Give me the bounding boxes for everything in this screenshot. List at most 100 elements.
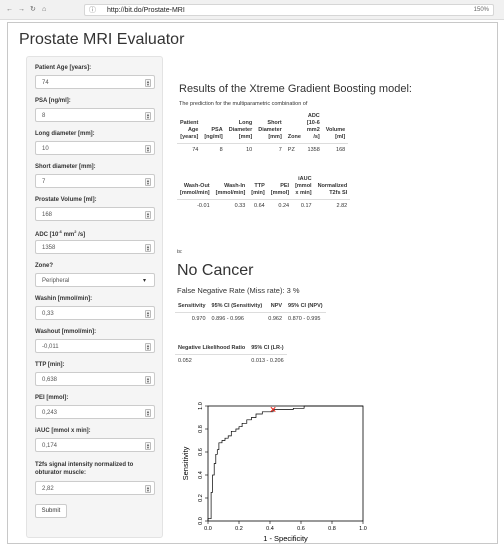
table3-cell: 0.896 - 0.996 bbox=[211, 316, 244, 322]
pei-label: PEI [mmol]: bbox=[35, 395, 69, 401]
spinner-icon[interactable]: ▲ ▼ bbox=[145, 211, 151, 219]
likelihood-ratio-table: Negative Likelihood Ratio 95% CI (LR-) 0.… bbox=[175, 345, 287, 365]
patient-age-label: Patient Age [years]: bbox=[35, 65, 92, 71]
spinner-icon[interactable]: ▲ ▼ bbox=[145, 442, 151, 450]
x-tick-label: 0.6 bbox=[297, 526, 305, 532]
table4-cell: 0.052 bbox=[178, 358, 192, 364]
input-summary-table-1: Patient Age [years] PSA [ng/ml] Long Diameter[… bbox=[177, 113, 349, 154]
adc-input[interactable]: 1358 ▲ ▼ bbox=[35, 240, 155, 254]
long-diameter-input[interactable]: 10 ▲ ▼ bbox=[35, 141, 155, 155]
short-diameter-label: Short diameter [mm]: bbox=[35, 164, 96, 170]
psa-value: 8 bbox=[42, 113, 46, 119]
y-tick-label: 0.0 bbox=[198, 517, 204, 525]
patient-age-input[interactable]: 74 ▲ ▼ bbox=[35, 75, 155, 89]
zone-label: Zone? bbox=[35, 263, 53, 269]
y-tick-label: 0.6 bbox=[198, 448, 204, 456]
table3-header: Sensitivity bbox=[175, 303, 209, 313]
prediction-result: No Cancer bbox=[177, 262, 254, 279]
prostate-volume-label: Prostate Volume [ml]: bbox=[35, 197, 97, 203]
table1-header: Short Diameter [mm] bbox=[255, 113, 285, 144]
table2-header: Wash-Out [mmol/min] bbox=[177, 176, 213, 200]
spinner-icon[interactable]: ▲ ▼ bbox=[145, 145, 151, 153]
address-bar[interactable]: ⓘ http://bit.do/Prostate-MRI 150% bbox=[84, 4, 494, 16]
back-icon[interactable]: ← bbox=[6, 5, 13, 15]
spinner-icon[interactable]: ▲ ▼ bbox=[145, 343, 151, 351]
long-diameter-label: Long diameter [mm]: bbox=[35, 131, 95, 137]
table3-header: 95% CI (NPV) bbox=[285, 303, 326, 313]
zone-select[interactable]: Peripheral ▾ bbox=[35, 273, 155, 287]
psa-label: PSA [ng/ml]: bbox=[35, 98, 71, 104]
input-summary-table-2: Wash-Out [mmol/min] Wash-In [mmol/min] TTP [m… bbox=[177, 176, 351, 210]
t2fs-value: 2,82 bbox=[42, 486, 54, 492]
spinner-icon[interactable]: ▲ ▼ bbox=[145, 244, 151, 252]
table1-cell: 168 bbox=[336, 147, 346, 153]
short-diameter-input[interactable]: 7 ▲ ▼ bbox=[35, 174, 155, 188]
pei-input[interactable]: 0,243 ▲ ▼ bbox=[35, 405, 155, 419]
table1-header: Volume [ml] bbox=[322, 113, 349, 144]
x-tick-label: 0.4 bbox=[266, 526, 274, 532]
adc-label-unit: mm bbox=[61, 232, 75, 238]
table1-cell: 1358 bbox=[307, 147, 320, 153]
prostate-volume-value: 168 bbox=[42, 212, 53, 218]
spinner-icon[interactable]: ▲ ▼ bbox=[145, 485, 151, 493]
spinner-icon[interactable]: ▲ ▼ bbox=[145, 409, 151, 417]
submit-button[interactable]: Submit bbox=[35, 504, 67, 518]
table1-header: Zone bbox=[284, 113, 304, 144]
table4-header: Negative Likelihood Ratio bbox=[175, 345, 249, 355]
table2-cell: 0.64 bbox=[254, 203, 265, 209]
spinner-icon[interactable]: ▲ ▼ bbox=[145, 112, 151, 120]
adc-label-tail: /s] bbox=[76, 232, 86, 238]
ttp-value: 0,638 bbox=[42, 377, 58, 383]
table3-cell: 0.962 bbox=[268, 316, 283, 322]
iauc-input[interactable]: 0,174 ▲ ▼ bbox=[35, 438, 155, 452]
adc-label-text: ADC [10 bbox=[35, 232, 59, 238]
spinner-icon[interactable]: ▲ ▼ bbox=[145, 79, 151, 87]
spinner-icon[interactable]: ▲ ▼ bbox=[145, 178, 151, 186]
page-title: Prostate MRI Evaluator bbox=[19, 31, 185, 48]
psa-input[interactable]: 8 ▲ ▼ bbox=[35, 108, 155, 122]
table2-cell: -0.01 bbox=[197, 203, 210, 209]
spinner-icon[interactable]: ▲ ▼ bbox=[145, 376, 151, 384]
adc-label: ADC [10-6 mm2 /s] bbox=[35, 228, 160, 239]
forward-icon[interactable]: → bbox=[18, 5, 25, 15]
zoom-level[interactable]: 150% bbox=[474, 6, 489, 15]
table2-header: TTP [min] bbox=[248, 176, 268, 200]
table2-cell: 0.33 bbox=[234, 203, 246, 209]
y-tick-label: 0.2 bbox=[198, 494, 204, 502]
url-text: http://bit.do/Prostate-MRI bbox=[107, 7, 185, 14]
table1-cell: 74 bbox=[192, 147, 199, 153]
adc-value: 1358 bbox=[42, 245, 56, 251]
y-tick-label: 1.0 bbox=[198, 402, 204, 410]
table1-header: Long Diameter [mm] bbox=[225, 113, 256, 144]
reload-icon[interactable]: ↻ bbox=[30, 5, 36, 15]
roc-curve-line bbox=[207, 405, 363, 521]
table2-cell: 0.24 bbox=[278, 203, 290, 209]
x-axis-label: 1 - Specificity bbox=[263, 534, 308, 543]
x-tick-label: 1.0 bbox=[359, 526, 367, 532]
ttp-input[interactable]: 0,638 ▲ ▼ bbox=[35, 372, 155, 386]
results-title: Results of the Xtreme Gradient Boosting … bbox=[179, 83, 412, 95]
x-tick-label: 0.0 bbox=[204, 526, 212, 532]
washin-input[interactable]: 0,33 ▲ ▼ bbox=[35, 306, 155, 320]
iauc-label: iAUC [mmol x min]: bbox=[35, 428, 91, 434]
results-panel: Results of the Xtreme Gradient Boosting … bbox=[171, 56, 493, 543]
t2fs-label: T2fs signal intensity normalized to obtu… bbox=[35, 462, 134, 476]
plot-frame bbox=[207, 405, 364, 522]
prediction-text: The prediction for the multiparametric c… bbox=[179, 101, 308, 107]
table1-cell: 7 bbox=[278, 147, 282, 153]
browser-toolbar: ← → ↻ ⌂ ⓘ http://bit.do/Prostate-MRI 150… bbox=[0, 0, 504, 20]
table1-header: Patient Age [years] bbox=[177, 113, 202, 144]
washout-input[interactable]: -0,011 ▲ ▼ bbox=[35, 339, 155, 353]
info-icon[interactable]: ⓘ bbox=[89, 6, 96, 15]
short-diameter-value: 7 bbox=[42, 179, 46, 185]
table4-header: 95% CI (LR-) bbox=[248, 345, 287, 355]
table2-header: Normalized T2fs SI bbox=[314, 176, 351, 200]
table2-header: Wash-In [mmol/min] bbox=[212, 176, 249, 200]
prostate-volume-input[interactable]: 168 ▲ ▼ bbox=[35, 207, 155, 221]
table3-cell: 0.970 bbox=[191, 316, 206, 322]
table1-header: ADC [10-6 mm2/s] bbox=[303, 113, 323, 144]
t2fs-input[interactable]: 2,82 ▲ ▼ bbox=[35, 481, 155, 495]
spinner-icon[interactable]: ▲ ▼ bbox=[145, 310, 151, 318]
iauc-value: 0,174 bbox=[42, 443, 58, 449]
home-icon[interactable]: ⌂ bbox=[42, 5, 46, 15]
